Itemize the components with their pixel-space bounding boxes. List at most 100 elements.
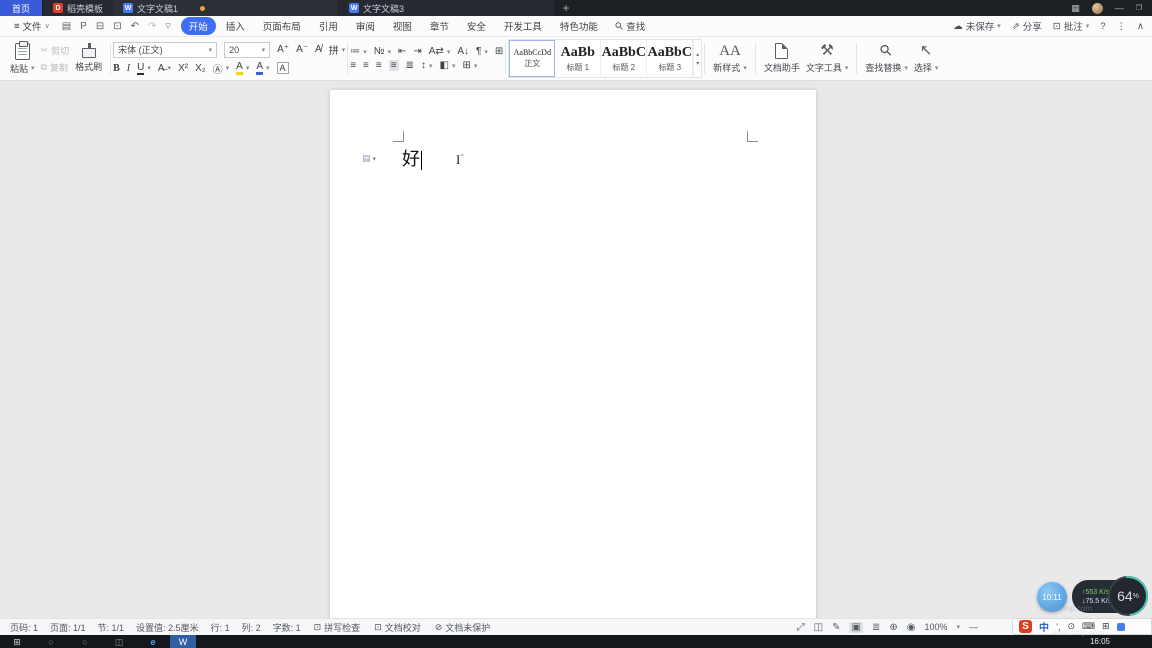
save-status-button[interactable]: ☁ 未保存 ▾ bbox=[953, 19, 1001, 33]
text-line[interactable]: 好 bbox=[402, 148, 422, 170]
style-heading-1[interactable]: AaBb 标题 1 bbox=[555, 40, 601, 77]
font-color-button[interactable]: A ▾ bbox=[256, 62, 269, 75]
search-taskbar-icon[interactable]: ○ bbox=[34, 635, 68, 647]
print-icon[interactable]: ⊟ bbox=[96, 21, 104, 32]
spell-check-button[interactable]: ⊡ 拼写检查 bbox=[307, 621, 368, 634]
style-normal[interactable]: AaBbCcDd 正文 bbox=[509, 40, 555, 77]
underline-button[interactable]: U ▾ bbox=[137, 62, 151, 75]
numbering-button[interactable]: №▾ bbox=[374, 46, 391, 57]
text-tool-button[interactable]: ⚒ 文字工具▾ bbox=[806, 43, 849, 74]
line-spacing-button[interactable]: ↕▾ bbox=[421, 60, 433, 71]
taskbar-active-app[interactable]: W bbox=[170, 635, 196, 648]
document-area[interactable]: ▤ ▾ 好 I⁼ bbox=[0, 81, 1152, 618]
align-right-button[interactable]: ≡ bbox=[376, 60, 382, 71]
undo-icon[interactable]: ↶ bbox=[131, 21, 139, 32]
file-menu[interactable]: ≡ 文件 ∨ bbox=[8, 19, 56, 33]
apps-grid-icon[interactable]: ▦ bbox=[1071, 3, 1080, 14]
edge-icon[interactable]: e bbox=[136, 635, 170, 647]
export-pdf-icon[interactable]: P bbox=[80, 21, 87, 32]
document-page[interactable]: ▤ ▾ 好 I⁼ bbox=[330, 90, 816, 618]
tab-developer[interactable]: 开发工具 bbox=[496, 17, 550, 35]
collapse-ribbon-icon[interactable]: ∧ bbox=[1137, 21, 1144, 32]
fit-page-icon[interactable]: ⤢ bbox=[797, 622, 805, 633]
tab-docer-template[interactable]: D 稻壳模板 bbox=[43, 0, 113, 16]
align-center-button[interactable]: ≡ bbox=[363, 60, 369, 71]
quick-access-more-icon[interactable]: ▽ bbox=[165, 22, 170, 30]
pinyin-guide-button[interactable]: 拼 ▾ bbox=[329, 42, 346, 57]
char-shading-button[interactable]: A bbox=[277, 62, 289, 74]
sort-button[interactable]: A↓ bbox=[457, 46, 469, 57]
tab-home-ribbon[interactable]: 开始 bbox=[181, 17, 216, 35]
ink-icon[interactable]: ✎ bbox=[832, 622, 840, 633]
cjk-layout-button[interactable]: A⇄▾ bbox=[429, 46, 451, 57]
styles-scroll-down-icon[interactable]: ▾ bbox=[696, 60, 699, 67]
avatar[interactable] bbox=[1092, 3, 1103, 14]
styles-scroll-up-icon[interactable]: ▴ bbox=[696, 51, 699, 58]
select-button[interactable]: ↖ 选择▾ bbox=[914, 43, 939, 74]
justify-button[interactable]: ≡ bbox=[389, 60, 399, 71]
style-heading-2[interactable]: AaBbC 标题 2 bbox=[601, 40, 647, 77]
ime-mode-chinese[interactable]: 中 bbox=[1039, 619, 1049, 634]
task-view-icon[interactable]: ◫ bbox=[102, 635, 136, 648]
paste-options-button[interactable]: ▤ ▾ bbox=[362, 153, 376, 164]
subscript-button[interactable]: X₂ bbox=[195, 63, 206, 74]
italic-button[interactable]: I bbox=[127, 63, 130, 74]
sogou-logo-icon[interactable]: S bbox=[1019, 620, 1032, 633]
paragraph-layout-button[interactable]: ⊞ bbox=[495, 46, 503, 57]
bold-button[interactable]: B bbox=[113, 63, 120, 74]
new-tab-button[interactable]: + bbox=[554, 0, 578, 16]
decrease-indent-button[interactable]: ⇤ bbox=[398, 46, 406, 57]
new-style-button[interactable]: AA 新样式▾ bbox=[713, 43, 747, 74]
shading-button[interactable]: ◧▾ bbox=[439, 60, 455, 71]
tab-page-layout[interactable]: 页面布局 bbox=[255, 17, 309, 35]
align-left-button[interactable]: ≡ bbox=[350, 60, 356, 71]
shrink-font-button[interactable]: A⁻ bbox=[296, 44, 308, 55]
cut-button[interactable]: ✂ 剪切 bbox=[41, 44, 70, 57]
show-marks-button[interactable]: ¶▾ bbox=[476, 46, 488, 57]
tab-document-1[interactable]: W 文字文稿1 bbox=[113, 0, 338, 16]
tab-special-features[interactable]: 特色功能 bbox=[552, 17, 606, 35]
share-button[interactable]: ⇗ 分享 bbox=[1012, 19, 1042, 33]
ime-skin-icon[interactable] bbox=[1117, 623, 1125, 631]
search-box[interactable]: ⚲ 查找 bbox=[616, 19, 645, 33]
strikethrough-button[interactable]: A̶ ▾ bbox=[158, 63, 171, 74]
tab-references[interactable]: 引用 bbox=[311, 17, 346, 35]
doc-assistant-button[interactable]: 文档助手 bbox=[764, 43, 800, 74]
print-layout-icon[interactable]: ▣ bbox=[849, 622, 862, 633]
borders-button[interactable]: ⊞▾ bbox=[462, 60, 477, 71]
format-painter-button[interactable]: 格式刷 bbox=[75, 44, 102, 73]
minimize-button[interactable]: — bbox=[1115, 3, 1124, 13]
restore-button[interactable]: ❐ bbox=[1136, 4, 1142, 12]
tab-insert[interactable]: 插入 bbox=[218, 17, 253, 35]
grow-font-button[interactable]: A⁺ bbox=[277, 44, 289, 55]
font-family-select[interactable]: 宋体 (正文) ▾ bbox=[113, 42, 217, 58]
paste-button[interactable]: 粘贴▾ bbox=[10, 43, 35, 75]
multi-page-icon[interactable]: ◫ bbox=[814, 622, 823, 633]
tab-section[interactable]: 章节 bbox=[422, 17, 457, 35]
print-preview-icon[interactable]: ⊡ bbox=[113, 21, 121, 32]
highlight-button[interactable]: A ▾ bbox=[236, 62, 249, 75]
tab-document-3[interactable]: W 文字文稿3 bbox=[339, 0, 554, 16]
style-heading-3[interactable]: AaBbC 标题 3 bbox=[647, 40, 693, 77]
tab-view[interactable]: 视图 bbox=[385, 17, 420, 35]
increase-indent-button[interactable]: ⇥ bbox=[413, 46, 421, 57]
help-button[interactable]: ? bbox=[1100, 21, 1105, 32]
bullets-button[interactable]: ≔▾ bbox=[350, 46, 367, 57]
status-word-count[interactable]: 字数: 1 bbox=[267, 621, 307, 634]
superscript-button[interactable]: X² bbox=[178, 63, 188, 74]
find-replace-button[interactable]: ⚲ 查找替换▾ bbox=[865, 43, 908, 74]
tab-security[interactable]: 安全 bbox=[459, 17, 494, 35]
protection-status[interactable]: ⊘ 文档未保护 bbox=[428, 621, 498, 634]
web-layout-icon[interactable]: ⊕ bbox=[889, 622, 897, 633]
copy-button[interactable]: ⧉ 复制 bbox=[41, 61, 70, 74]
font-size-select[interactable]: 20 ▾ bbox=[224, 42, 270, 58]
redo-icon[interactable]: ↷ bbox=[148, 21, 156, 32]
tab-review[interactable]: 审阅 bbox=[348, 17, 383, 35]
tab-home[interactable]: 首页 bbox=[0, 0, 42, 16]
zoom-out-button[interactable]: — bbox=[969, 622, 978, 632]
comment-button[interactable]: ⊡ 批注 ▾ bbox=[1053, 19, 1090, 33]
save-icon[interactable]: ▤ bbox=[62, 21, 71, 32]
distribute-button[interactable]: ≣ bbox=[406, 60, 414, 71]
zoom-level[interactable]: 100% bbox=[924, 622, 947, 632]
outline-view-icon[interactable]: ≣ bbox=[872, 622, 880, 633]
